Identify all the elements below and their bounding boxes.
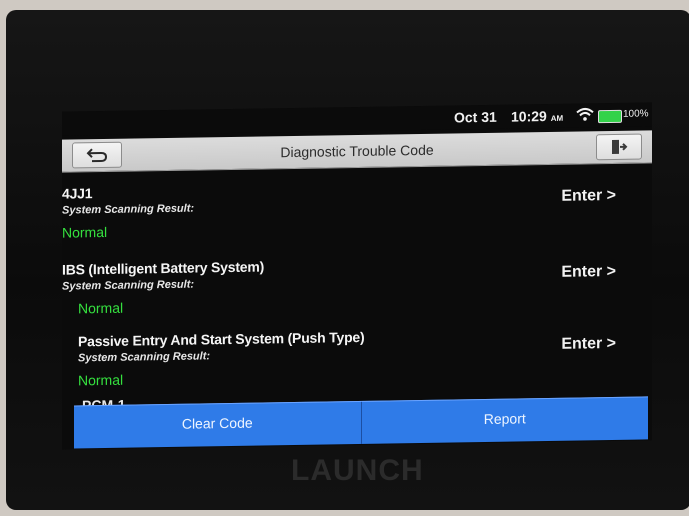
bottom-action-bar: Clear Code Report <box>74 396 649 449</box>
enter-button[interactable]: Enter > <box>561 263 616 282</box>
device-frame: Oct 31 10:29 AM 100% Diagnostic Trouble … <box>6 10 689 510</box>
status-time: 10:29 AM <box>511 108 563 125</box>
brand-logo: LAUNCH <box>291 454 424 487</box>
report-button[interactable]: Report <box>362 397 649 444</box>
scan-result-label: System Scanning Result: <box>78 350 211 365</box>
scan-result-label: System Scanning Result: <box>62 278 195 293</box>
wifi-icon <box>576 107 594 121</box>
scan-result-label: System Scanning Result: <box>62 202 195 217</box>
exit-icon <box>612 139 628 154</box>
clear-code-button[interactable]: Clear Code <box>74 401 362 449</box>
enter-button[interactable]: Enter > <box>561 335 616 354</box>
scan-result-status: Normal <box>62 223 108 241</box>
system-list: 4JJ1 System Scanning Result: Normal Ente… <box>62 164 652 413</box>
scan-result-status: Normal <box>78 371 124 389</box>
screen: Oct 31 10:29 AM 100% Diagnostic Trouble … <box>62 102 652 450</box>
list-item[interactable]: Passive Entry And Start System (Push Typ… <box>62 324 652 407</box>
system-name: 4JJ1 <box>62 185 93 202</box>
list-item[interactable]: 4JJ1 System Scanning Result: Normal Ente… <box>62 176 652 259</box>
battery-icon <box>598 109 622 124</box>
system-name: IBS (Intelligent Battery System) <box>62 258 265 278</box>
page-title: Diagnostic Trouble Code <box>280 141 434 161</box>
list-item[interactable]: IBS (Intelligent Battery System) System … <box>62 252 652 335</box>
status-time-value: 10:29 <box>511 108 547 125</box>
status-ampm: AM <box>550 113 564 123</box>
enter-button[interactable]: Enter > <box>561 187 616 206</box>
scan-result-status: Normal <box>78 299 124 317</box>
status-bar: Oct 31 10:29 AM 100% <box>62 102 652 136</box>
status-date: Oct 31 <box>454 108 497 126</box>
exit-button[interactable] <box>596 133 642 161</box>
battery-percentage: 100% <box>623 108 649 120</box>
system-name: Passive Entry And Start System (Push Typ… <box>78 328 365 350</box>
